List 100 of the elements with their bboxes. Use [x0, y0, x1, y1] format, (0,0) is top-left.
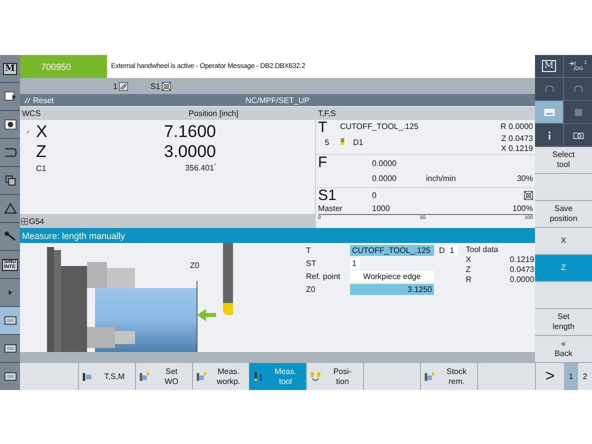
- z0-label: Z0: [190, 261, 200, 270]
- tool-data-axis: Z: [466, 265, 472, 275]
- nav-tile[interactable]: [0, 335, 20, 362]
- axis-name: C1: [36, 164, 48, 172]
- tool-data-value: 0.0000: [510, 275, 534, 285]
- lathe-part-icon: [82, 370, 93, 382]
- softkey[interactable]: Save position: [535, 201, 592, 228]
- axis-position: 3.0000: [163, 142, 216, 162]
- screen-icon: [4, 371, 16, 382]
- nav-tile[interactable]: [0, 279, 20, 306]
- machine-logo-icon: M: [3, 62, 17, 74]
- edge-field[interactable]: 1: [448, 245, 458, 256]
- nav-tile[interactable]: [0, 111, 20, 138]
- column-header: Position [inch]: [188, 109, 238, 118]
- program-path: NC/MPF/SET_UP: [245, 96, 310, 104]
- dialog-title: Measure: length manually: [22, 230, 126, 240]
- softkey[interactable]: T,S,M: [78, 363, 135, 390]
- machine-button[interactable]: M: [535, 55, 563, 77]
- bracket-icon: [4, 147, 16, 158]
- reference-point-field[interactable]: Workpiece edge: [350, 271, 434, 282]
- field-label: D: [439, 246, 445, 255]
- axis-name: Z: [36, 142, 48, 162]
- spindle-setpoint: 1000: [372, 204, 391, 213]
- feed-unit: inch/min: [426, 174, 457, 183]
- tool-data-title: Tool data: [466, 245, 500, 255]
- grid-icon: [21, 218, 28, 224]
- screen-icon: [544, 108, 554, 116]
- nav-tile[interactable]: [0, 195, 20, 222]
- softkey[interactable]: Z: [535, 255, 592, 282]
- document-icon: [4, 91, 16, 102]
- tool-data-value: 0.1219: [510, 255, 534, 265]
- work-offset: G54: [29, 216, 44, 226]
- softkey[interactable]: Select tool: [535, 147, 592, 174]
- field-label: T: [306, 246, 312, 255]
- softkey[interactable]: Posi- tion: [306, 363, 363, 390]
- crossed-box-icon: [524, 191, 533, 200]
- nav-tile[interactable]: [0, 139, 20, 166]
- spindle-actual: 0: [372, 191, 376, 200]
- feed-override: 30%: [516, 174, 533, 183]
- tool-field[interactable]: CUTOFF_TOOL_.125: [350, 245, 434, 256]
- nav-tile[interactable]: [0, 363, 20, 390]
- z0-field[interactable]: 3.1250: [350, 284, 434, 295]
- reset-icon: [24, 96, 31, 104]
- camera-icon: [572, 130, 584, 140]
- info-button[interactable]: [535, 124, 563, 146]
- machine-icon: [4, 119, 16, 130]
- sister-tool-field[interactable]: 1: [350, 258, 360, 269]
- undo-icon: [544, 84, 554, 94]
- hatched-square-icon: [119, 82, 128, 90]
- nav-tile[interactable]: M: [0, 55, 20, 82]
- screenshot-button[interactable]: [564, 124, 592, 146]
- redo-icon: [572, 84, 584, 94]
- screen-icon: [4, 343, 16, 354]
- nav-tile[interactable]: [0, 167, 20, 194]
- expand-arrow-icon: [8, 289, 12, 296]
- channel-status-label: 1: [113, 82, 118, 90]
- tool-letter: T: [318, 120, 328, 136]
- crossed-box-icon: [162, 82, 172, 90]
- tool-offset: Z 0.0473: [501, 134, 533, 144]
- tool-icon: [340, 138, 345, 145]
- column-header: WCS: [22, 109, 41, 118]
- screen-icon: [4, 315, 16, 326]
- field-label: ST: [306, 259, 318, 268]
- column-header: T,F,S: [318, 109, 336, 118]
- lathe-part-icon: [196, 370, 207, 382]
- nav-tile[interactable]: [0, 223, 20, 250]
- softkey[interactable]: Meas. tool: [249, 363, 306, 390]
- copy-icon: [4, 175, 16, 186]
- lathe-part-icon: [424, 370, 435, 382]
- field-label: Ref. point: [306, 272, 342, 281]
- alarm-number: 700950: [20, 55, 107, 78]
- page-tab[interactable]: 2: [578, 363, 592, 390]
- nav-tile[interactable]: [0, 307, 20, 334]
- tool-holder-icon: [253, 370, 264, 382]
- feed-letter: F: [318, 155, 328, 171]
- spindle-override: 100%: [512, 204, 533, 213]
- tool-data-axis: X: [466, 255, 472, 265]
- axis-position: 356.401$^{°}$: [184, 163, 216, 173]
- tool-name: CUTOFF_TOOL_.125: [340, 121, 420, 131]
- tool-place: 5: [324, 137, 330, 147]
- nav-tile[interactable]: [0, 83, 20, 110]
- page-tab[interactable]: 1: [564, 363, 578, 390]
- lathe-part-icon: [139, 370, 150, 382]
- channel-status-label: S1: [150, 82, 160, 90]
- axis-position: 7.1600: [163, 122, 216, 142]
- softkey[interactable]: Set length: [535, 309, 592, 336]
- tool-offset: X 0.1219: [500, 144, 533, 154]
- wrench-icon: [4, 231, 16, 242]
- tool-data-axis: R: [466, 275, 473, 285]
- warning-triangle-icon: [4, 203, 16, 214]
- softkey[interactable]: Stock rem.: [420, 363, 477, 390]
- tool-offset: R 0.0000: [500, 121, 533, 131]
- feed-actual: 0.0000: [372, 158, 396, 168]
- jog-arrow-icon: [569, 60, 576, 66]
- axis-name: X: [36, 122, 48, 142]
- softkey[interactable]: Set WO: [135, 363, 192, 390]
- field-label: Z0: [306, 285, 316, 294]
- feed-setpoint: 0.0000: [371, 174, 398, 183]
- tool-data-value: 0.0473: [510, 265, 534, 275]
- channel-state: Reset: [33, 96, 54, 104]
